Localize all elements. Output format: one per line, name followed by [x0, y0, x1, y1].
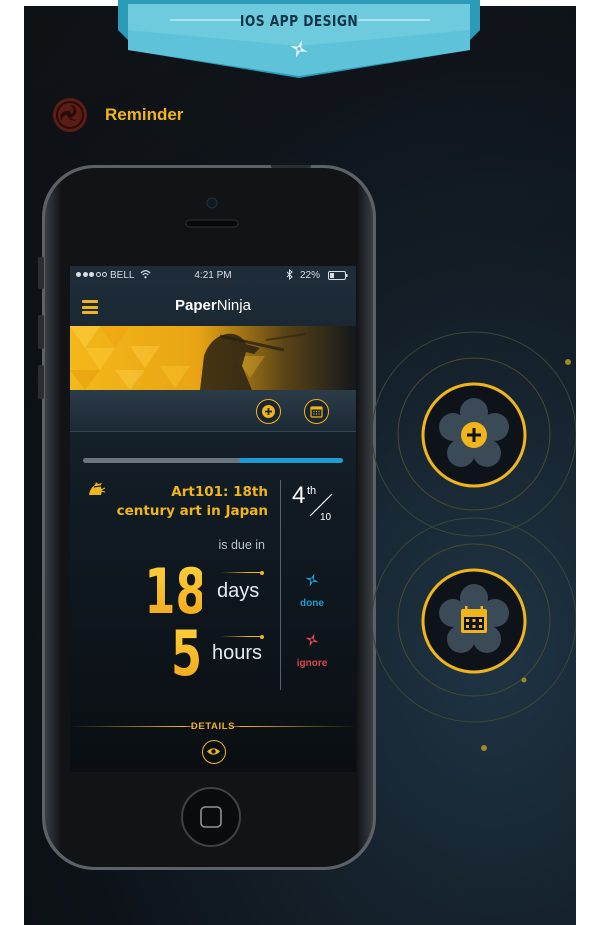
hours-rule [220, 634, 264, 639]
ignore-label: ignore [296, 658, 328, 669]
due-in-label: is due in [218, 538, 265, 552]
ninja-icon [89, 482, 106, 495]
eye-icon [207, 748, 220, 755]
bluetooth-icon [286, 269, 293, 280]
add-button[interactable] [256, 399, 281, 424]
details-button[interactable] [202, 740, 226, 764]
calendar-button[interactable] [304, 399, 329, 424]
ignore-button[interactable]: ignore [287, 632, 337, 671]
vertical-divider [280, 480, 281, 690]
calendar-feature-icon [421, 568, 527, 674]
tomoe-logo-icon [53, 98, 87, 132]
days-value: 18 [144, 555, 207, 628]
app-title: PaperNinja [175, 297, 251, 314]
task-title: Art101: 18th century art in Japan [116, 484, 268, 519]
action-bar [70, 390, 356, 432]
home-button[interactable] [180, 786, 242, 848]
plus-icon [262, 405, 275, 418]
battery-percent: 22% [300, 270, 321, 281]
days-label: days [217, 580, 260, 602]
ribbon-title: IOS APP DESIGN [239, 12, 359, 30]
blue-shuriken-icon [305, 573, 319, 587]
hours-label: hours [212, 642, 263, 664]
details-label[interactable]: DETAILS [70, 721, 356, 732]
progress-fill [239, 458, 343, 463]
task-progress-bar [83, 458, 343, 463]
status-bar: BELL 4:21 PM 22% [70, 266, 356, 288]
shuriken-icon [290, 40, 308, 58]
task-rank: 4 th 10 [292, 480, 342, 530]
section-title: Reminder [105, 105, 184, 124]
done-label: done [300, 598, 324, 609]
app-screen: BELL 4:21 PM 22% PaperNinja Art101: 18th… [70, 266, 356, 772]
days-rule [220, 570, 264, 575]
calendar-icon [310, 406, 323, 418]
hours-value: 5 [144, 622, 202, 686]
done-button[interactable]: done [287, 572, 337, 611]
battery-icon [328, 271, 348, 280]
header-ribbon: IOS APP DESIGN [118, 0, 480, 80]
nav-bar: PaperNinja [70, 288, 356, 326]
add-feature-icon [421, 382, 527, 488]
red-shuriken-icon [305, 633, 319, 647]
rank-total: 10 [320, 512, 332, 523]
hero-banner [70, 326, 356, 390]
rank-number: 4 [292, 482, 306, 509]
